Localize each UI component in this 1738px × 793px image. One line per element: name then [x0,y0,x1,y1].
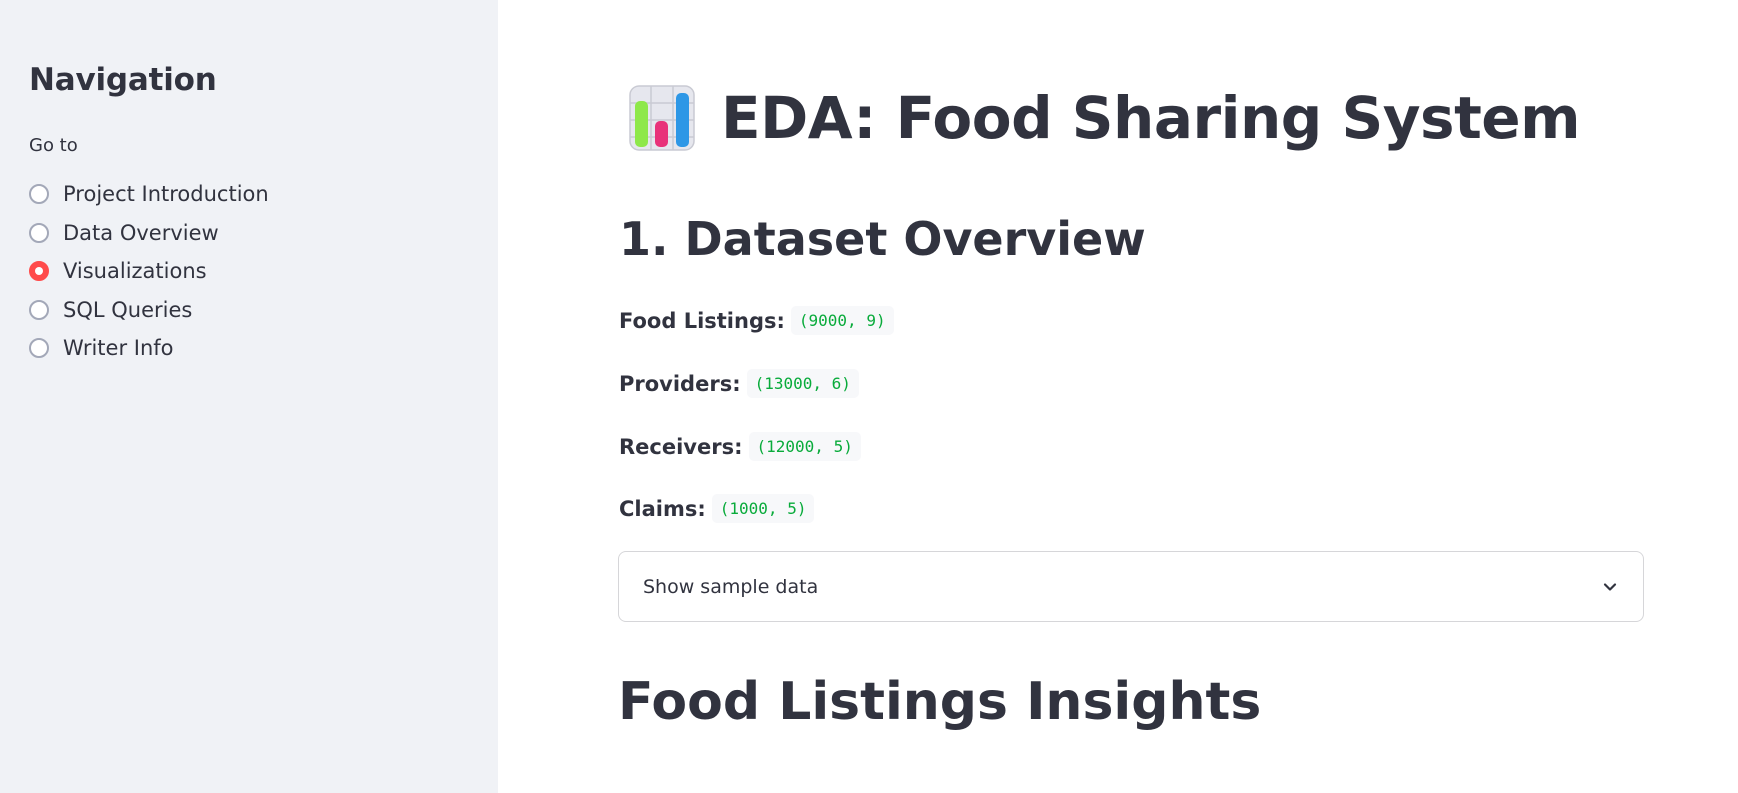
radio-option-writer-info[interactable]: Writer Info [29,329,269,368]
page-title: EDA: Food Sharing System [721,84,1581,152]
show-sample-data-expander[interactable]: Show sample data [618,551,1644,622]
stat-row-claims: Claims: (1000, 5) [619,494,815,523]
navigation-radio-group: Project Introduction Data Overview Visua… [29,175,269,368]
stat-value: (12000, 5) [748,432,861,461]
radio-option-sql-queries[interactable]: SQL Queries [29,291,269,330]
radio-option-project-introduction[interactable]: Project Introduction [29,175,269,214]
radio-option-label: Data Overview [63,220,219,245]
radio-option-label: Visualizations [63,259,207,284]
main-content: EDA: Food Sharing System 1. Dataset Over… [498,0,1738,793]
radio-option-label: Project Introduction [63,182,269,207]
bar-chart-emoji-icon [629,85,695,151]
section-heading-dataset-overview: 1. Dataset Overview [619,212,1146,266]
expander-label: Show sample data [643,575,819,598]
section-heading-food-listings-insights: Food Listings Insights [618,672,1262,732]
radio-option-visualizations[interactable]: Visualizations [29,252,269,291]
radio-button[interactable] [29,222,49,243]
radio-option-data-overview[interactable]: Data Overview [29,214,269,253]
stat-value: (1000, 5) [711,494,815,523]
stat-value: (9000, 9) [790,306,894,335]
sidebar: Navigation Go to Project Introduction Da… [0,0,498,793]
stat-value: (13000, 6) [746,369,859,398]
chevron-down-icon [1603,582,1617,591]
radio-option-label: SQL Queries [63,297,193,322]
radio-button[interactable] [29,184,49,205]
stat-label: Food Listings: [619,308,785,333]
stat-label: Providers: [619,371,741,396]
page-title-row: EDA: Food Sharing System [629,84,1581,152]
radio-button[interactable] [29,338,49,359]
radio-button[interactable] [29,299,49,320]
radio-button-selected[interactable] [29,261,49,282]
stat-row-providers: Providers: (13000, 6) [619,369,859,398]
radio-group-label: Go to [29,135,78,156]
sidebar-title: Navigation [29,62,217,98]
stat-row-food-listings: Food Listings: (9000, 9) [619,306,894,335]
radio-option-label: Writer Info [63,336,174,361]
stat-label: Receivers: [619,434,743,459]
stat-row-receivers: Receivers: (12000, 5) [619,432,861,461]
stat-label: Claims: [619,496,706,521]
